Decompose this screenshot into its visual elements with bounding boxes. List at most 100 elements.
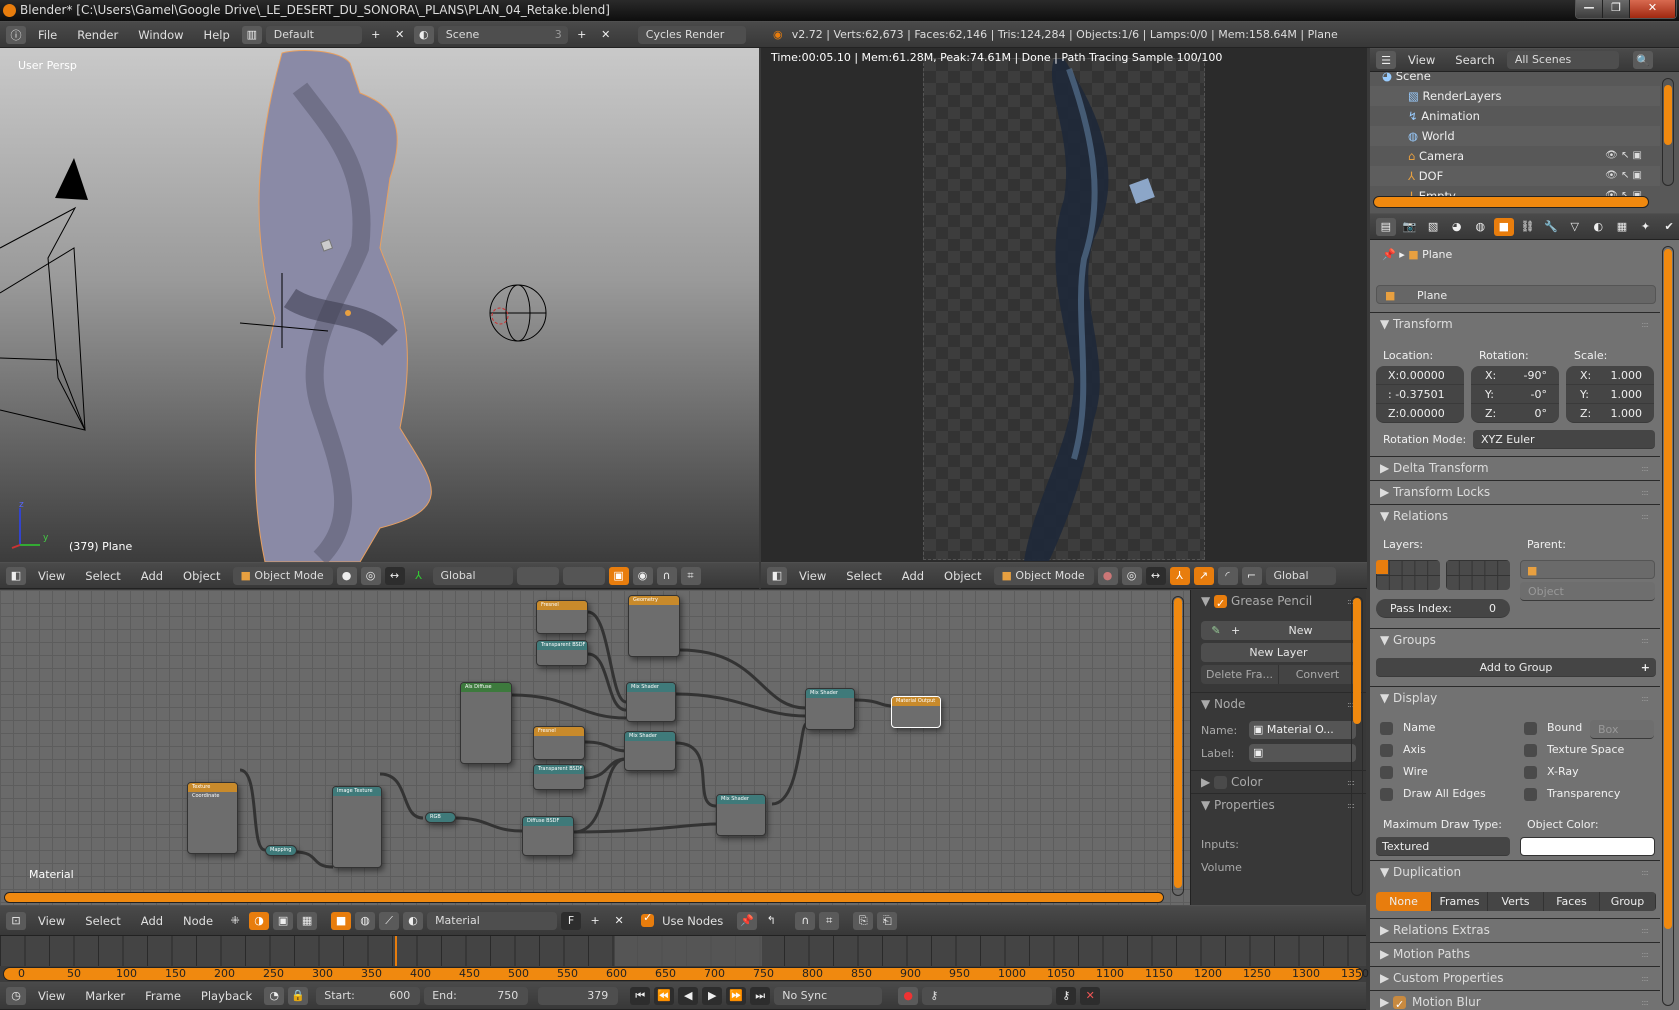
ne-menu-view[interactable]: View — [30, 914, 73, 928]
ne-menu-select[interactable]: Select — [77, 914, 128, 928]
material-select[interactable]: Material — [427, 911, 558, 930]
editor-type-node-icon[interactable]: ⊡ — [6, 911, 26, 930]
rotation-mode-select[interactable]: XYZ Euler — [1473, 430, 1655, 449]
snap-element-icon[interactable]: ⌗ — [680, 566, 701, 585]
node-texture-coordinate[interactable]: Texture Coordinate — [187, 782, 238, 854]
scene-tab-icon[interactable]: ◕ — [1447, 218, 1467, 236]
display-checkbox[interactable] — [1524, 787, 1537, 801]
node-geometry[interactable]: Geometry — [628, 595, 680, 657]
max-draw-type-select[interactable]: Textured — [1376, 837, 1510, 856]
lock-camera-icon[interactable]: ▣ — [608, 566, 629, 585]
vp-menu-object[interactable]: Object — [175, 569, 228, 583]
layers-grid-2[interactable] — [562, 566, 605, 585]
outliner-display-mode-select[interactable]: All Scenes — [1506, 51, 1619, 69]
world-shader-icon[interactable]: ◍ — [355, 911, 376, 930]
delete-frame-button[interactable]: Delete Fra... — [1201, 665, 1279, 684]
outliner-hscrollbar[interactable] — [1373, 196, 1649, 208]
tl-menu-view[interactable]: View — [30, 989, 73, 1003]
mode-select[interactable]: ■ Object Mode — [232, 566, 333, 585]
transform-locks-panel[interactable]: ▶ Transform Locks:::: — [1370, 480, 1660, 503]
close-button[interactable]: ✕ — [1630, 0, 1676, 18]
viewport-shading-icon[interactable]: ● — [336, 566, 357, 585]
outliner-item[interactable]: ◍ World — [1370, 126, 1660, 146]
remove-scene-icon[interactable]: ✕ — [596, 26, 616, 44]
menu-file[interactable]: File — [30, 28, 65, 42]
display-checkbox[interactable] — [1380, 765, 1393, 779]
display-checkbox[interactable] — [1524, 721, 1537, 735]
start-frame-field[interactable]: Start: 600 — [316, 986, 421, 1005]
color-panel[interactable]: ▶ Color:::: — [1191, 770, 1366, 793]
rv-menu-select[interactable]: Select — [838, 569, 889, 583]
rv-pivot-icon[interactable]: ◎ — [1121, 566, 1142, 585]
auto-keyframe-record-icon[interactable]: ● — [898, 986, 919, 1005]
minimize-button[interactable]: — — [1576, 0, 1603, 18]
rotation-field[interactable]: Y: -0° — [1471, 385, 1559, 404]
display-checkbox-row[interactable]: Draw All Edges — [1380, 787, 1486, 801]
render-tab-icon[interactable]: 📷 — [1400, 218, 1420, 236]
object-name-field[interactable]: ■ Plane — [1376, 285, 1656, 304]
location-field[interactable]: Z:0.00000 — [1376, 404, 1464, 423]
insert-keyframe-icon[interactable]: ⚷ — [1056, 986, 1077, 1005]
modifiers-tab-icon[interactable]: 🔧 — [1541, 218, 1561, 236]
snap-magnet-icon[interactable]: ∩ — [795, 911, 816, 930]
data-tab-icon[interactable]: ▽ — [1565, 218, 1585, 236]
manipulator-arrow-icon[interactable]: ↗ — [1193, 566, 1214, 585]
transform-orientation-icon[interactable]: ⅄ — [409, 567, 429, 585]
editor-type-timeline-icon[interactable]: ◷ — [6, 986, 26, 1005]
editor-type-properties-icon[interactable]: ▤ — [1376, 217, 1396, 236]
duplication-option[interactable]: Verts — [1488, 892, 1544, 911]
rv-mode-select[interactable]: ■ Object Mode — [993, 566, 1094, 585]
add-screen-icon[interactable]: + — [366, 26, 386, 44]
jump-end-icon[interactable]: ⏭ — [750, 986, 771, 1005]
texture-nodes-icon[interactable]: ▦ — [297, 911, 318, 930]
current-frame-line[interactable] — [395, 936, 397, 966]
play-icon[interactable]: ▶ — [702, 986, 723, 1005]
duplication-panel[interactable]: ▼ Duplication:::: — [1370, 860, 1660, 883]
grease-pencil-checkbox[interactable] — [1214, 592, 1228, 615]
constraints-tab-icon[interactable]: ⛓ — [1518, 218, 1538, 236]
rv-menu-add[interactable]: Add — [894, 569, 932, 583]
display-checkbox[interactable] — [1380, 743, 1393, 757]
remove-screen-icon[interactable]: ✕ — [390, 26, 410, 44]
ne-menu-node[interactable]: Node — [175, 914, 221, 928]
jump-start-icon[interactable]: ⏮ — [630, 986, 651, 1005]
duplication-option[interactable]: None — [1376, 892, 1432, 911]
gp-new-button[interactable]: New — [1245, 624, 1356, 637]
object-color-swatch[interactable] — [1520, 837, 1655, 856]
compositing-nodes-icon[interactable]: ▣ — [273, 911, 294, 930]
jump-keyframe-back-icon[interactable]: ⏪ — [654, 986, 675, 1005]
node-mapping[interactable]: Mapping — [265, 845, 297, 856]
fake-user-button[interactable]: F — [561, 911, 582, 930]
lock-range-icon[interactable]: 🔒 — [288, 986, 309, 1005]
play-reverse-icon[interactable]: ◀ — [678, 986, 699, 1005]
unlink-material-icon[interactable]: ✕ — [609, 912, 629, 930]
node-editor[interactable]: Fresnel Transparent BSDF Geometry AIs Di… — [0, 590, 1190, 905]
vp-menu-view[interactable]: View — [30, 569, 73, 583]
orientation-select[interactable]: Global — [432, 566, 513, 585]
menu-help[interactable]: Help — [196, 28, 238, 42]
maximize-button[interactable]: ❐ — [1603, 0, 1630, 18]
node-hscrollbar[interactable] — [4, 892, 1164, 903]
delta-transform-panel[interactable]: ▶ Delta Transform:::: — [1370, 456, 1660, 479]
end-frame-field[interactable]: End: 750 — [424, 986, 529, 1005]
scene-field[interactable]: Scene 3 — [437, 25, 568, 44]
editor-type-outliner-icon[interactable]: ☰ — [1376, 51, 1396, 69]
display-checkbox-row[interactable]: Bound — [1524, 721, 1582, 735]
outliner-restrict-icons[interactable]: 👁 ↖ ▣ — [1605, 166, 1642, 186]
display-checkbox-row[interactable]: Texture Space — [1524, 743, 1624, 757]
outliner-menu-view[interactable]: View — [1400, 53, 1443, 67]
outliner-search-icon[interactable]: 🔍 — [1632, 51, 1653, 69]
current-frame-field[interactable]: 379 — [538, 986, 619, 1005]
add-material-icon[interactable]: + — [585, 912, 605, 930]
display-panel[interactable]: ▼ Display:::: — [1370, 686, 1660, 709]
manipulator-translate-icon[interactable]: ⅄ — [1169, 566, 1190, 585]
manipulator-icon[interactable]: ↔ — [384, 566, 405, 585]
jump-keyframe-forward-icon[interactable]: ⏩ — [726, 986, 747, 1005]
material-icon[interactable]: ◐ — [403, 911, 424, 930]
pin-icon[interactable]: 📌 — [737, 911, 758, 930]
outliner-item[interactable]: ↯ Animation — [1370, 106, 1660, 126]
custom-properties-panel[interactable]: ▶ Custom Properties:::: — [1370, 966, 1660, 989]
outliner-restrict-icons[interactable]: 👁 ↖ ▣ — [1605, 146, 1642, 166]
tl-menu-playback[interactable]: Playback — [193, 989, 260, 1003]
keying-set-field[interactable]: ⚷ — [922, 986, 1053, 1005]
